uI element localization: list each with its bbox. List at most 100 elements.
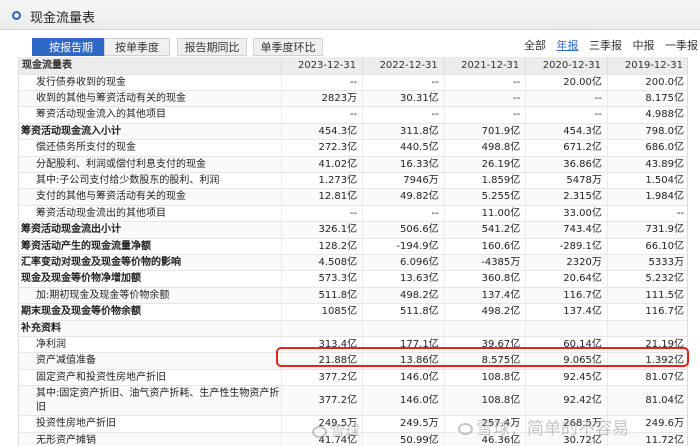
cell-value: --: [443, 106, 526, 124]
column-header[interactable]: 2023-12-31: [280, 57, 363, 75]
cell-value: -4385万: [443, 254, 526, 272]
cell-value: 272.3亿: [280, 139, 363, 157]
cell-value: 1.273亿: [280, 172, 363, 190]
period-annual[interactable]: 年报: [557, 39, 579, 52]
row-label: 投资性房地产折旧: [19, 415, 281, 433]
cell-value: [606, 320, 687, 338]
cell-value: 30.72亿: [525, 432, 608, 446]
cell-value: 46.36亿: [443, 432, 526, 446]
row-label: 汇率变动对现金及现金等价物的影响: [19, 254, 281, 272]
table-row: 投资性房地产折旧 249.5万 249.5万 257.4万 268.5万 249.6万: [19, 415, 687, 433]
cell-value: [525, 320, 608, 338]
cell-value: 11.00亿: [443, 205, 526, 223]
cell-value: --: [606, 205, 687, 223]
tab-by-quarter[interactable]: 按单季度: [104, 38, 170, 56]
report-tabs: 按报告期 按单季度 报告期同比 单季度环比 全部 年报 三季报 中报 一季报: [0, 38, 700, 56]
cell-value: 268.5万: [525, 415, 608, 433]
column-header[interactable]: 2019-12-31: [606, 57, 687, 75]
column-header[interactable]: 2020-12-31: [525, 57, 608, 75]
cell-value: 4.988亿: [606, 106, 687, 124]
table-row: 分配股利、利润或偿付利息支付的现金 41.02亿 16.33亿 26.19亿 36.86…: [19, 156, 687, 173]
cell-value: 13.86亿: [362, 352, 445, 370]
cell-value: 311.8亿: [362, 123, 445, 141]
cell-value: 92.45亿: [525, 369, 608, 387]
cell-value: -194.9亿: [362, 238, 445, 255]
cell-value: [362, 320, 445, 338]
cell-value: 21.88亿: [280, 352, 363, 370]
column-header[interactable]: 2022-12-31: [362, 57, 445, 75]
cell-value: 26.19亿: [443, 156, 526, 173]
cell-value: 498.2亿: [362, 287, 445, 305]
cell-value: 9.065亿: [525, 352, 608, 370]
cell-value: -289.1亿: [525, 238, 608, 255]
cell-value: 50.99亿: [362, 432, 445, 446]
column-header[interactable]: 2021-12-31: [443, 57, 526, 75]
cell-value: 454.3亿: [525, 123, 608, 141]
row-label: 资产减值准备: [19, 352, 281, 370]
period-interim[interactable]: 中报: [633, 39, 655, 52]
cell-value: --: [280, 106, 363, 124]
cash-flow-table: 现金流量表 2023-12-31 2022-12-31 2021-12-31 2…: [19, 57, 687, 446]
cell-value: 5478万: [525, 172, 608, 190]
cell-value: 21.19亿: [606, 336, 687, 354]
tab-qoq[interactable]: 单季度环比: [253, 38, 323, 56]
cell-value: 116.7亿: [525, 287, 608, 305]
cell-value: 257.4万: [443, 415, 526, 433]
cell-value: 41.02亿: [280, 156, 363, 173]
table-row: 发行债券收到的现金 -- -- -- 20.00亿 200.0亿: [19, 74, 687, 91]
cell-value: 8.175亿: [606, 90, 687, 108]
period-all[interactable]: 全部: [524, 39, 546, 52]
cell-value: 20.00亿: [525, 74, 608, 91]
cell-value: 511.8亿: [280, 287, 363, 305]
cell-value: 2.315亿: [525, 188, 608, 206]
row-label: 筹资活动现金流入小计: [19, 123, 281, 141]
cell-value: 49.82亿: [362, 188, 445, 206]
table-row: 汇率变动对现金及现金等价物的影响 4.508亿 6.096亿 -4385万 2320万 5…: [19, 254, 687, 272]
cell-value: 200.0亿: [606, 74, 687, 91]
cell-value: 686.0亿: [606, 139, 687, 157]
cell-value: 249.5万: [280, 415, 363, 433]
cell-value: 111.5亿: [606, 287, 687, 305]
cell-value: 13.63亿: [362, 270, 445, 288]
row-label: 筹资活动现金流出小计: [19, 221, 281, 239]
cell-value: --: [362, 74, 445, 91]
table-header-label: 现金流量表: [19, 57, 281, 75]
period-q3[interactable]: 三季报: [589, 39, 622, 52]
cell-value: 1.392亿: [606, 352, 687, 370]
period-q1[interactable]: 一季报: [665, 39, 698, 52]
cell-value: 92.42亿: [525, 385, 608, 417]
cell-value: 1.984亿: [606, 188, 687, 206]
cell-value: 5.232亿: [606, 270, 687, 288]
cell-value: 511.8亿: [362, 303, 445, 321]
cell-value: 5.255亿: [443, 188, 526, 206]
cell-value: 541.2亿: [443, 221, 526, 239]
cell-value: --: [280, 205, 363, 223]
cell-value: 2320万: [525, 254, 608, 272]
cell-value: 108.8亿: [443, 369, 526, 387]
cell-value: 249.5万: [362, 415, 445, 433]
cell-value: 249.6万: [606, 415, 687, 433]
cell-value: 7946万: [362, 172, 445, 190]
section-title: 现金流量表: [30, 11, 96, 26]
tab-by-report-period[interactable]: 按报告期: [32, 38, 110, 56]
row-label: 现金及现金等价物净增加额: [19, 270, 281, 288]
cell-value: 146.0亿: [362, 385, 445, 417]
cell-value: --: [362, 205, 445, 223]
cell-value: 33.00亿: [525, 205, 608, 223]
cell-value: 377.2亿: [280, 385, 363, 417]
table-row: 筹资活动产生的现金流量净额 128.2亿 -194.9亿 160.6亿 -289.1亿 6…: [19, 238, 687, 255]
table-row: 其中:子公司支付给少数股东的股利、利润 1.273亿 7946万 1.859亿 5478…: [19, 172, 687, 190]
tab-yoy[interactable]: 报告期同比: [177, 38, 247, 56]
cell-value: 36.86亿: [525, 156, 608, 173]
row-label: 筹资活动现金流出的其他项目: [19, 205, 281, 223]
cell-value: 146.0亿: [362, 369, 445, 387]
cell-value: --: [362, 106, 445, 124]
cell-value: 498.2亿: [443, 303, 526, 321]
cell-value: 81.07亿: [606, 369, 687, 387]
row-label: 无形资产摊销: [19, 432, 281, 446]
row-label: 净利润: [19, 336, 281, 354]
cell-value: 454.3亿: [280, 123, 363, 141]
cell-value: --: [280, 74, 363, 91]
cell-value: 11.72亿: [606, 432, 687, 446]
cell-value: 60.14亿: [525, 336, 608, 354]
